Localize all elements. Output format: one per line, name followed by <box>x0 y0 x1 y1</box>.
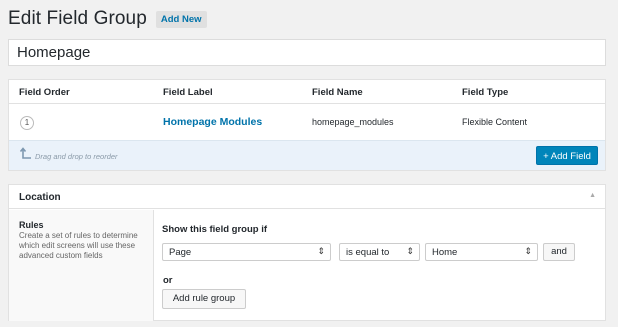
location-panel: Location ▲ Rules Create a set of rules t… <box>8 184 606 321</box>
drag-hint: Drag and drop to reorder <box>35 152 118 161</box>
rule-param-value: Page <box>169 247 192 258</box>
fields-table: Field Order Field Label Field Name Field… <box>8 79 606 171</box>
collapse-arrow-icon[interactable]: ▲ <box>589 192 596 199</box>
col-header-field-type: Field Type <box>462 87 509 98</box>
rule-operator-select[interactable]: is equal to ⇕ <box>339 243 420 261</box>
page-title: Edit Field Group <box>8 8 147 29</box>
rule-value-value: Home <box>432 247 458 258</box>
and-button[interactable]: and <box>543 243 575 261</box>
add-rule-group-button[interactable]: Add rule group <box>162 289 246 309</box>
select-arrows-icon: ⇕ <box>317 246 325 256</box>
add-new-button[interactable]: Add New <box>155 10 207 28</box>
or-label: or <box>163 275 173 286</box>
select-arrows-icon: ⇕ <box>406 246 414 256</box>
fields-table-header: Field Order Field Label Field Name Field… <box>9 80 605 104</box>
rules-description: Create a set of rules to determine which… <box>19 231 138 260</box>
table-row: 1 Homepage Modules homepage_modules Flex… <box>9 105 605 140</box>
add-field-button[interactable]: + Add Field <box>536 146 598 165</box>
col-header-field-name: Field Name <box>312 87 363 98</box>
location-title: Location <box>19 192 61 203</box>
field-type-value: Flexible Content <box>462 117 528 127</box>
fields-footer: Drag and drop to reorder + Add Field <box>9 140 605 170</box>
rule-param-select[interactable]: Page ⇕ <box>162 243 331 261</box>
location-header[interactable]: Location ▲ <box>9 185 605 209</box>
col-header-field-label: Field Label <box>163 87 213 98</box>
col-header-field-order: Field Order <box>19 87 70 98</box>
reorder-arrow-icon <box>20 147 31 159</box>
show-if-label: Show this field group if <box>162 224 268 235</box>
page-header: Edit Field Group Add New <box>8 7 207 31</box>
rules-sidebar: Rules Create a set of rules to determine… <box>9 210 154 321</box>
rule-operator-value: is equal to <box>346 247 390 258</box>
rule-value-select[interactable]: Home ⇕ <box>425 243 538 261</box>
field-label-link[interactable]: Homepage Modules <box>163 116 262 128</box>
field-order-badge[interactable]: 1 <box>20 116 34 130</box>
rules-title: Rules <box>19 220 44 230</box>
select-arrows-icon: ⇕ <box>524 246 532 256</box>
field-name-value: homepage_modules <box>312 117 394 127</box>
group-title-input[interactable] <box>8 39 606 66</box>
